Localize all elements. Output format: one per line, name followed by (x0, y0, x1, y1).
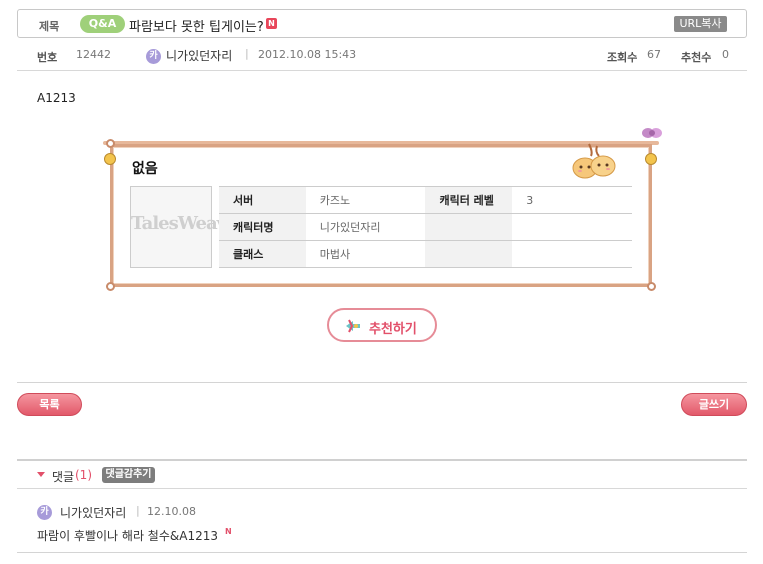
character-portrait: TalesWeaver (130, 186, 246, 268)
comment-header: 댓글 (1) 댓글감추기 (17, 459, 747, 489)
separator: | (136, 504, 140, 517)
character-info-table: 서버 카즈노 캐릭터 레벨 3 캐릭터명 니가있던자리 클래스 마법사 (219, 186, 632, 268)
title-label: 제목 (39, 20, 60, 33)
hide-comments-button[interactable]: 댓글감추기 (102, 467, 155, 483)
recommend-arrow-icon (346, 319, 360, 333)
post-title-bar: 제목 Q&A 파람보다 못한 팁게이는? N URL복사 (17, 9, 747, 38)
lamp-knob-icon (104, 153, 116, 165)
content-divider (17, 382, 747, 383)
author-name[interactable]: 니가있던자리 (166, 47, 232, 64)
views-count: 67 (647, 48, 661, 61)
class-value: 마법사 (305, 240, 426, 268)
lamp-knob-icon (645, 153, 657, 165)
mascot-icon (572, 143, 616, 179)
character-name-value: 니가있던자리 (305, 213, 426, 241)
empty-label (425, 213, 513, 241)
comment-text: 파람이 후빨이나 해라 철수&A1213 (37, 529, 218, 543)
comment-label: 댓글 (52, 470, 75, 484)
post-date: 2012.10.08 15:43 (258, 48, 357, 61)
number-label: 번호 (37, 51, 58, 64)
new-badge-icon: N (266, 18, 277, 29)
recommend-label: 추천하기 (369, 322, 417, 337)
class-label: 클래스 (219, 240, 306, 268)
write-button[interactable]: 글쓰기 (681, 393, 747, 416)
list-button[interactable]: 목록 (17, 393, 82, 416)
likes-label: 추천수 (681, 51, 712, 64)
level-value: 3 (512, 186, 632, 214)
empty-value (512, 213, 632, 241)
ribbon-icon (642, 128, 662, 138)
level-label: 캐릭터 레벨 (425, 186, 513, 214)
comment-count: (1) (75, 468, 92, 482)
corner-ring-icon (106, 139, 115, 148)
comment-date: 12.10.08 (147, 505, 196, 518)
post-title: 파람보다 못한 팁게이는? (129, 20, 264, 35)
url-copy-button[interactable]: URL복사 (674, 16, 727, 32)
character-card-title: 없음 (132, 161, 158, 177)
comment-avatar-icon: 카 (37, 505, 52, 520)
server-value: 카즈노 (305, 186, 426, 214)
recommend-button[interactable]: 추천하기 (327, 308, 437, 342)
table-row: 서버 카즈노 캐릭터 레벨 3 (219, 186, 632, 214)
empty-label (425, 240, 513, 268)
likes-count: 0 (722, 48, 729, 61)
post-body: A1213 (37, 91, 76, 105)
post-meta-row: 번호 12442 카 니가있던자리 | 2012.10.08 15:43 조회수… (17, 41, 747, 71)
separator: | (245, 47, 249, 60)
character-name-label: 캐릭터명 (219, 213, 306, 241)
author-avatar-icon: 카 (146, 49, 161, 64)
category-badge: Q&A (80, 15, 125, 33)
game-logo-icon: TalesWeaver (131, 213, 246, 234)
corner-ring-icon (106, 282, 115, 291)
table-row: 클래스 마법사 (219, 240, 632, 268)
new-badge-icon: N (225, 527, 232, 536)
comment-author[interactable]: 니가있던자리 (60, 504, 126, 521)
views-label: 조회수 (607, 51, 638, 64)
server-label: 서버 (219, 186, 306, 214)
comment-divider (17, 552, 747, 553)
corner-ring-icon (647, 282, 656, 291)
table-row: 캐릭터명 니가있던자리 (219, 213, 632, 241)
post-number: 12442 (76, 48, 111, 61)
triangle-down-icon (37, 472, 45, 477)
empty-value (512, 240, 632, 268)
